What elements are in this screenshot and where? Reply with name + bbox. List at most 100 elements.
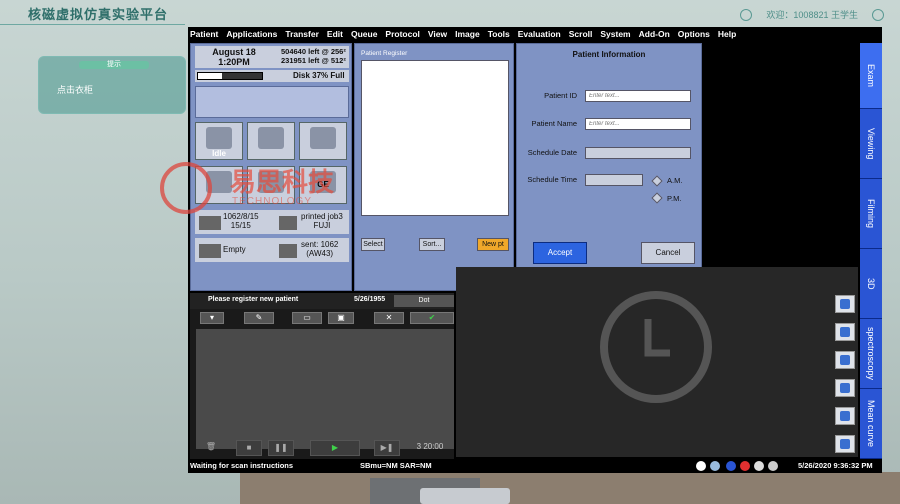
patient-id-input[interactable] (585, 90, 691, 102)
disk-usage: Disk 37% Full (195, 70, 349, 82)
media-drive-icon (199, 244, 221, 258)
patient-id-label: Patient ID (544, 91, 577, 100)
hint-panel-text[interactable]: 点击衣柜 (57, 83, 93, 96)
menu-view[interactable]: View (428, 29, 447, 39)
skip-button[interactable]: ▶❚ (374, 440, 400, 456)
ge-label: GE (317, 180, 329, 189)
localizer-tool-button[interactable] (835, 323, 855, 341)
media-status-row: Empty sent: 1062 (AW43) (195, 238, 349, 262)
schedule-time-label: Schedule Time (527, 175, 577, 184)
menu-add-on[interactable]: Add-On (639, 29, 670, 39)
confirm-check-button[interactable]: ✔ (410, 312, 454, 324)
settings-icon[interactable] (872, 8, 884, 21)
disk-label: Disk 37% Full (293, 71, 345, 80)
idle-label: Idle (212, 149, 226, 158)
top-right-toolbar: 欢迎：1008821 王学生 (740, 8, 884, 21)
patient-register-title: Patient Register (361, 50, 408, 57)
menu-system[interactable]: System (600, 29, 630, 39)
menu-tools[interactable]: Tools (488, 29, 510, 39)
workstation-button[interactable] (195, 166, 243, 204)
measure-tool-button[interactable] (835, 435, 855, 453)
queue-icon (199, 216, 221, 230)
image-space: 504640 left @ 256² 231951 left @ 512² (281, 47, 346, 65)
refresh-icon[interactable] (740, 8, 753, 21)
welcome-text: 欢迎：1008821 王学生 (766, 10, 858, 20)
tab-filming[interactable]: Filming (860, 179, 882, 249)
menu-options[interactable]: Options (678, 29, 710, 39)
tab-3d[interactable]: 3D (860, 249, 882, 319)
schedule-date-input[interactable] (585, 147, 691, 159)
send-status: sent: 1062 (AW43) (301, 240, 339, 258)
patient-register-list[interactable] (361, 60, 509, 216)
platform-title: 核磁虚拟仿真实验平台 (28, 7, 169, 22)
play-button[interactable]: ▶ (310, 440, 360, 456)
brain-tool-button[interactable] (835, 295, 855, 313)
title-decoration (0, 24, 185, 32)
printer-icon (279, 216, 297, 230)
copy-button[interactable]: ▭ (292, 312, 322, 324)
select-button[interactable]: Select (361, 238, 385, 251)
tab-exam[interactable]: Exam (860, 43, 882, 109)
schedule-time-input[interactable] (585, 174, 643, 186)
menu-image[interactable]: Image (455, 29, 480, 39)
menu-applications[interactable]: Applications (226, 29, 277, 39)
message-area (195, 86, 349, 118)
pm-label: P.M. (667, 194, 682, 203)
menu-protocol[interactable]: Protocol (385, 29, 419, 39)
patient-name-label: Patient Name (531, 119, 577, 128)
coil-tool-button[interactable] (835, 351, 855, 369)
menu-evaluation[interactable]: Evaluation (518, 29, 561, 39)
tab-viewing[interactable]: Viewing (860, 109, 882, 179)
network-button[interactable] (247, 166, 295, 204)
network-icon (258, 171, 284, 193)
menu-help[interactable]: Help (718, 29, 736, 39)
menu-patient[interactable]: Patient (190, 29, 218, 39)
pause-button[interactable]: ❚❚ (268, 440, 294, 456)
system-status-panel: August 18 1:20PM 504640 left @ 256² 231951… (190, 43, 352, 291)
tab-spectroscopy[interactable]: spectroscopy (860, 319, 882, 389)
tab-mean-curve[interactable]: Mean curve (860, 389, 882, 459)
waveform-tool-button[interactable] (835, 379, 855, 397)
paste-button[interactable]: ▣ (328, 312, 354, 324)
patient-name-input[interactable] (585, 118, 691, 130)
patient-information-panel: Patient Information Patient ID Patient N… (516, 43, 702, 291)
network-send-icon (279, 244, 297, 258)
monitor-button[interactable] (299, 122, 347, 160)
dot-button[interactable]: Dot (394, 295, 454, 307)
scanner-idle-button[interactable]: Idle (195, 122, 243, 160)
screen-tool-button[interactable] (835, 407, 855, 425)
shield-status-icon (726, 461, 736, 471)
date-space-box: August 18 1:20PM 504640 left @ 256² 231951… (195, 46, 349, 68)
patient-icon (258, 127, 284, 149)
right-tab-bar: Exam Viewing Filming 3D spectroscopy Mea… (860, 43, 882, 471)
cancel-button[interactable]: Cancel (641, 242, 695, 264)
keyboard[interactable] (420, 488, 510, 504)
stop-button[interactable]: ■ (236, 440, 262, 456)
print-status: printed job3 FUJI (301, 212, 343, 230)
scan-series-list[interactable] (196, 329, 454, 449)
am-radio[interactable] (651, 175, 663, 187)
menu-scroll[interactable]: Scroll (569, 29, 593, 39)
accept-button[interactable]: Accept (533, 242, 587, 264)
menu-bar: Patient Applications Transfer Edit Queue… (188, 27, 882, 41)
edit-pen-button[interactable]: ✎ (244, 312, 274, 324)
patient-dob: 5/26/1955 (354, 296, 386, 303)
series-dropdown[interactable]: ▾ (200, 312, 224, 324)
patient-table-button[interactable] (247, 122, 295, 160)
date-time: August 18 1:20PM (212, 47, 256, 67)
cool-status-icon (754, 461, 764, 471)
scan-control-panel: Please register new patient 5/26/1955 Do… (190, 293, 454, 459)
delete-x-button[interactable]: ✕ (374, 312, 404, 324)
status-bar: Waiting for scan instructions SBmu=NM SA… (188, 459, 882, 473)
new-patient-button[interactable]: New pt (477, 238, 509, 251)
ge-button[interactable]: GE (299, 166, 347, 204)
image-viewer[interactable] (456, 267, 832, 457)
trash-icon[interactable]: 🗑 (202, 440, 220, 456)
menu-transfer[interactable]: Transfer (285, 29, 319, 39)
scan-timer: 3 20:00 (416, 442, 444, 451)
sort-button[interactable]: Sort... (419, 238, 445, 251)
menu-queue[interactable]: Queue (351, 29, 377, 39)
menu-edit[interactable]: Edit (327, 29, 343, 39)
clock-icon (600, 291, 712, 403)
pm-radio[interactable] (651, 192, 663, 204)
